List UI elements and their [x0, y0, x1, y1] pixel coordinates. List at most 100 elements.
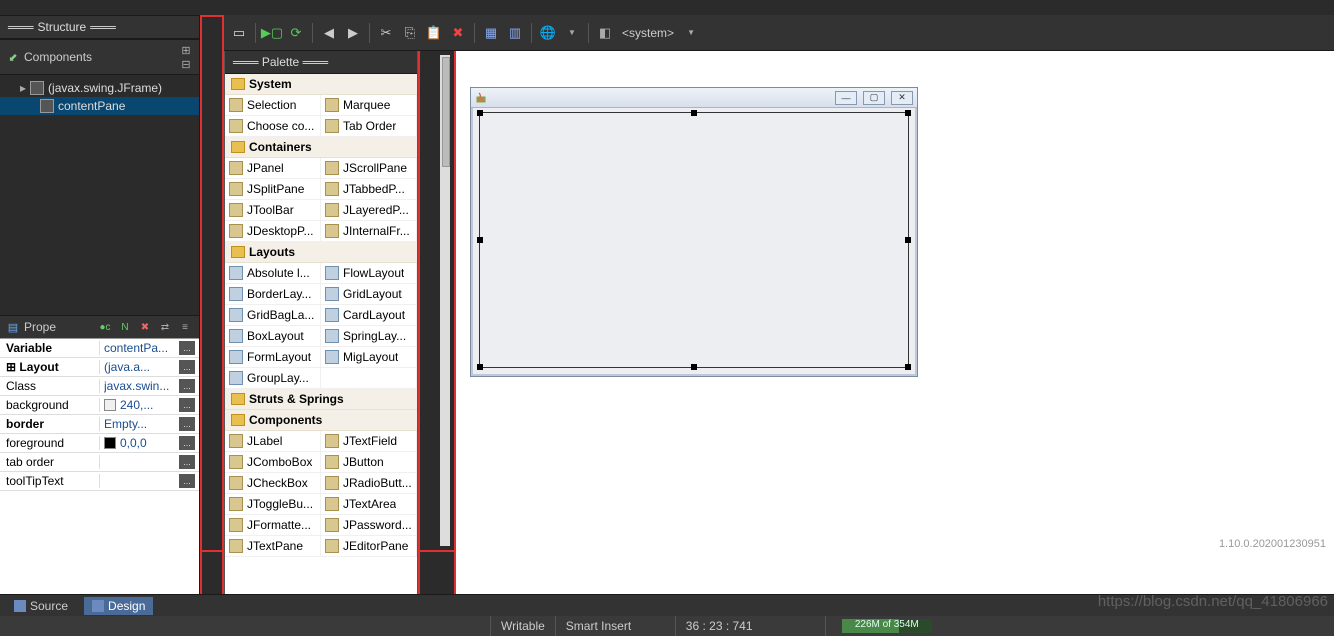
palette-item[interactable]: JTextArea	[321, 494, 417, 515]
resize-handle[interactable]	[477, 364, 483, 370]
palette-item[interactable]: GroupLay...	[225, 368, 321, 389]
tb-cut-icon[interactable]: ✂	[375, 22, 397, 44]
properties-table[interactable]: VariablecontentPa...…⊞ Layout(java.a...……	[0, 338, 199, 594]
prop-value[interactable]: …	[100, 455, 199, 469]
resize-handle[interactable]	[691, 364, 697, 370]
palette-item[interactable]: FormLayout	[225, 347, 321, 368]
prop-value[interactable]: 0,0,0…	[100, 436, 199, 450]
tree-expander-icon[interactable]: ▸	[20, 81, 26, 95]
tb-run-icon[interactable]: ▶▢	[261, 22, 283, 44]
resize-handle[interactable]	[905, 364, 911, 370]
expand-icon[interactable]: ⊞	[179, 43, 193, 57]
palette-item[interactable]: JComboBox	[225, 452, 321, 473]
tb-refresh-icon[interactable]: ⟳	[285, 22, 307, 44]
palette-item[interactable]: Marquee	[321, 95, 417, 116]
palette-item[interactable]: JScrollPane	[321, 158, 417, 179]
prop-edit-button[interactable]: …	[179, 341, 195, 355]
property-row[interactable]: foreground0,0,0…	[0, 434, 199, 453]
design-canvas[interactable]: — ▢ ✕ 1.10.0.202001230951	[456, 51, 1334, 594]
palette-item[interactable]: BorderLay...	[225, 284, 321, 305]
palette-item[interactable]: Tab Order	[321, 116, 417, 137]
tb-system-dropdown-icon[interactable]: ▼	[680, 22, 702, 44]
tb-select-icon[interactable]: ▭	[228, 22, 250, 44]
prop-value[interactable]: contentPa...…	[100, 341, 199, 355]
tb-system-label[interactable]: <system>	[618, 26, 678, 40]
tb-redo-icon[interactable]: ▶	[342, 22, 364, 44]
jframe-preview[interactable]: — ▢ ✕	[470, 87, 918, 377]
maximize-button[interactable]: ▢	[863, 91, 885, 105]
minimize-button[interactable]: —	[835, 91, 857, 105]
palette-item[interactable]: JToggleBu...	[225, 494, 321, 515]
palette-category[interactable]: System	[225, 74, 417, 95]
palette-item[interactable]: JSplitPane	[225, 179, 321, 200]
palette-item[interactable]: JButton	[321, 452, 417, 473]
palette-item[interactable]: CardLayout	[321, 305, 417, 326]
palette-item[interactable]: Choose co...	[225, 116, 321, 137]
prop-value[interactable]: 240,...…	[100, 398, 199, 412]
component-tree[interactable]: ▸ (javax.swing.JFrame) contentPane	[0, 75, 199, 315]
palette-category[interactable]: Struts & Springs	[225, 389, 417, 410]
resize-handle[interactable]	[905, 237, 911, 243]
palette-item[interactable]: JPanel	[225, 158, 321, 179]
palette-item[interactable]: JPassword...	[321, 515, 417, 536]
prop-btn-2[interactable]: N	[117, 319, 133, 335]
prop-edit-button[interactable]: …	[179, 360, 195, 374]
resize-handle[interactable]	[477, 237, 483, 243]
palette-category[interactable]: Components	[225, 410, 417, 431]
palette-item[interactable]: Selection	[225, 95, 321, 116]
tree-row-jframe[interactable]: ▸ (javax.swing.JFrame)	[0, 79, 199, 97]
palette-item[interactable]: JEditorPane	[321, 536, 417, 557]
palette-item[interactable]: Absolute l...	[225, 263, 321, 284]
palette-item[interactable]: JInternalFr...	[321, 221, 417, 242]
palette-item[interactable]: JLabel	[225, 431, 321, 452]
tb-delete-icon[interactable]: ✖	[447, 22, 469, 44]
prop-edit-button[interactable]: …	[179, 436, 195, 450]
tb-tool2-icon[interactable]: ▥	[504, 22, 526, 44]
tb-paste-icon[interactable]: 📋	[423, 22, 445, 44]
tb-system-icon[interactable]: ◧	[594, 22, 616, 44]
property-row[interactable]: toolTipText…	[0, 472, 199, 491]
status-heap[interactable]: 226M of 354M	[825, 616, 942, 636]
resize-handle[interactable]	[477, 110, 483, 116]
palette-item[interactable]: JDesktopP...	[225, 221, 321, 242]
palette-item[interactable]: FlowLayout	[321, 263, 417, 284]
resize-handle[interactable]	[905, 110, 911, 116]
palette-item[interactable]: SpringLay...	[321, 326, 417, 347]
palette-category[interactable]: Layouts	[225, 242, 417, 263]
tb-tool1-icon[interactable]: ▦	[480, 22, 502, 44]
property-row[interactable]: VariablecontentPa...…	[0, 339, 199, 358]
prop-edit-button[interactable]: …	[179, 474, 195, 488]
prop-edit-button[interactable]: …	[179, 417, 195, 431]
prop-btn-5[interactable]: ≡	[177, 319, 193, 335]
property-row[interactable]: borderEmpty...…	[0, 415, 199, 434]
palette-category[interactable]: Containers	[225, 137, 417, 158]
prop-value[interactable]: …	[100, 474, 199, 488]
property-row[interactable]: ⊞ Layout(java.a...…	[0, 358, 199, 377]
palette-item[interactable]: JLayeredP...	[321, 200, 417, 221]
palette-item[interactable]: JFormatte...	[225, 515, 321, 536]
property-row[interactable]: Classjavax.swin...…	[0, 377, 199, 396]
prop-edit-button[interactable]: …	[179, 398, 195, 412]
palette-item[interactable]: JRadioButt...	[321, 473, 417, 494]
close-button[interactable]: ✕	[891, 91, 913, 105]
prop-btn-1[interactable]: ●c	[97, 319, 113, 335]
prop-value[interactable]: Empty...…	[100, 417, 199, 431]
tree-row-contentpane[interactable]: contentPane	[0, 97, 199, 115]
scrollbar-thumb[interactable]	[442, 57, 450, 167]
palette-item[interactable]: JToolBar	[225, 200, 321, 221]
prop-btn-4[interactable]: ⇄	[157, 319, 173, 335]
contentpane-preview[interactable]	[479, 112, 909, 368]
palette-item[interactable]: JTextPane	[225, 536, 321, 557]
palette-body[interactable]: SystemSelectionMarqueeChoose co...Tab Or…	[225, 74, 417, 594]
tb-copy-icon[interactable]: ⎘	[399, 22, 421, 44]
prop-edit-button[interactable]: …	[179, 379, 195, 393]
palette-item[interactable]: GridBagLa...	[225, 305, 321, 326]
palette-scrollbar[interactable]	[440, 55, 450, 546]
prop-value[interactable]: (java.a...…	[100, 360, 199, 374]
palette-item[interactable]: MigLayout	[321, 347, 417, 368]
prop-value[interactable]: javax.swin...…	[100, 379, 199, 393]
property-row[interactable]: background240,...…	[0, 396, 199, 415]
prop-edit-button[interactable]: …	[179, 455, 195, 469]
tb-dropdown-icon[interactable]: ▼	[561, 22, 583, 44]
tb-globe-icon[interactable]: 🌐	[537, 22, 559, 44]
